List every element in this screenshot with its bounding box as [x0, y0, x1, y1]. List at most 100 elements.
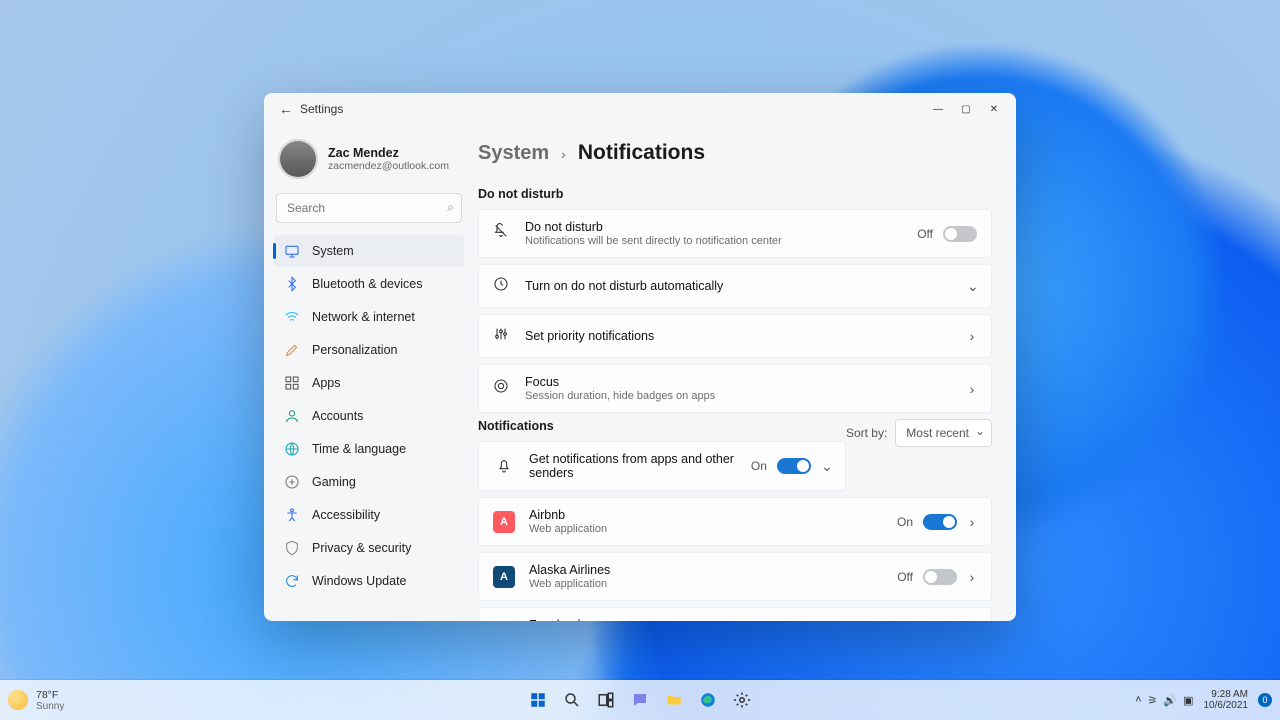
taskbar: 78°F Sunny ˄ ⚞ 🔊 ▣ 9:28 AM 10/6/2021 0	[0, 680, 1280, 720]
sidebar-item-label: Privacy & security	[312, 541, 411, 555]
chat-icon[interactable]	[627, 687, 653, 713]
search-icon: ⌕	[447, 200, 454, 215]
profile[interactable]: Zac Mendez zacmendez@outlook.com	[274, 133, 464, 189]
sliders-icon	[493, 326, 511, 347]
person-icon	[284, 408, 300, 424]
wifi-tray-icon[interactable]: ⚞	[1148, 694, 1158, 707]
system-tray: ˄ ⚞ 🔊 ▣ 9:28 AM 10/6/2021 0	[1135, 689, 1272, 712]
focus-icon	[493, 378, 511, 399]
toggle-app[interactable]	[923, 569, 957, 585]
explorer-icon[interactable]	[661, 687, 687, 713]
taskbar-search[interactable]	[559, 687, 585, 713]
weather-desc: Sunny	[36, 701, 64, 712]
section-dnd: Do not disturb	[478, 187, 992, 201]
sidebar-item-accessibility[interactable]: Accessibility	[274, 499, 464, 531]
profile-name: Zac Mendez	[328, 146, 449, 160]
card-app-2[interactable]: fFacebookMicrosoft Store applicationOff›	[478, 607, 992, 621]
sidebar-item-privacy[interactable]: Privacy & security	[274, 532, 464, 564]
chevron-right-icon: ›	[967, 381, 977, 397]
titlebar: ← Settings — ▢ ✕	[264, 93, 1016, 125]
sidebar: Zac Mendez zacmendez@outlook.com ⌕ Syste…	[264, 125, 474, 621]
weather-temp: 78°F	[36, 689, 64, 701]
sidebar-item-label: Apps	[312, 376, 341, 390]
card-title: Get notifications from apps and other se…	[529, 452, 737, 480]
back-button[interactable]: ←	[272, 101, 300, 117]
sidebar-item-personalization[interactable]: Personalization	[274, 334, 464, 366]
battery-tray-icon[interactable]: ▣	[1183, 694, 1193, 707]
clock-icon	[493, 276, 511, 297]
card-focus[interactable]: Focus Session duration, hide badges on a…	[478, 364, 992, 413]
close-button[interactable]: ✕	[980, 95, 1008, 123]
settings-window: ← Settings — ▢ ✕ Zac Mendez zacmendez@ou…	[264, 93, 1016, 621]
tray-chevron-icon[interactable]: ˄	[1135, 694, 1141, 706]
main-content: System › Notifications Do not disturb Do…	[474, 125, 1016, 621]
accessibility-icon	[284, 507, 300, 523]
breadcrumb: System › Notifications	[478, 133, 992, 181]
chevron-right-icon: ›	[561, 146, 566, 162]
card-priority[interactable]: Set priority notifications ›	[478, 314, 992, 358]
sidebar-item-system[interactable]: System	[274, 235, 464, 267]
sidebar-item-label: Accessibility	[312, 508, 380, 522]
edge-icon[interactable]	[695, 687, 721, 713]
sidebar-item-label: Bluetooth & devices	[312, 277, 423, 291]
toggle-app[interactable]	[923, 514, 957, 530]
card-title: Focus	[525, 375, 953, 389]
start-button[interactable]	[525, 687, 551, 713]
card-dnd[interactable]: Do not disturb Notifications will be sen…	[478, 209, 992, 258]
sidebar-item-accounts[interactable]: Accounts	[274, 400, 464, 432]
clock-date: 10/6/2021	[1204, 700, 1249, 712]
clock-time: 9:28 AM	[1204, 689, 1249, 701]
card-dnd-auto[interactable]: Turn on do not disturb automatically ⌄	[478, 264, 992, 308]
sidebar-item-label: Windows Update	[312, 574, 407, 588]
toggle-state: On	[897, 515, 913, 529]
volume-tray-icon[interactable]: 🔊	[1163, 694, 1177, 707]
card-app-0[interactable]: AAirbnbWeb applicationOn›	[478, 497, 992, 546]
task-view[interactable]	[593, 687, 619, 713]
toggle-dnd[interactable]	[943, 226, 977, 242]
card-apps-master[interactable]: Get notifications from apps and other se…	[478, 441, 846, 491]
toggle-state: On	[751, 459, 767, 473]
toggle-apps[interactable]	[777, 458, 811, 474]
notification-count[interactable]: 0	[1258, 693, 1272, 707]
sidebar-item-gaming[interactable]: Gaming	[274, 466, 464, 498]
sidebar-item-bluetooth[interactable]: Bluetooth & devices	[274, 268, 464, 300]
app-sub: Web application	[529, 523, 883, 535]
card-app-1[interactable]: AAlaska AirlinesWeb applicationOff›	[478, 552, 992, 601]
sidebar-item-time[interactable]: Time & language	[274, 433, 464, 465]
taskbar-center	[525, 687, 755, 713]
profile-email: zacmendez@outlook.com	[328, 160, 449, 172]
clock[interactable]: 9:28 AM 10/6/2021	[1204, 689, 1249, 712]
chevron-down-icon: ⌄	[967, 278, 977, 295]
card-desc: Session duration, hide badges on apps	[525, 390, 953, 402]
sort-select[interactable]: Most recent	[895, 419, 992, 447]
globe-icon	[284, 441, 300, 457]
sidebar-item-update[interactable]: Windows Update	[274, 565, 464, 597]
settings-icon[interactable]	[729, 687, 755, 713]
sidebar-item-label: Time & language	[312, 442, 406, 456]
app-icon: A	[493, 566, 515, 588]
sidebar-item-label: Personalization	[312, 343, 397, 357]
sidebar-item-apps[interactable]: Apps	[274, 367, 464, 399]
card-title: Turn on do not disturb automatically	[525, 279, 953, 293]
sidebar-item-network[interactable]: Network & internet	[274, 301, 464, 333]
breadcrumb-root[interactable]: System	[478, 142, 549, 165]
card-desc: Notifications will be sent directly to n…	[525, 235, 903, 247]
section-notifications: Notifications Sort by: Most recent	[478, 419, 992, 433]
weather-widget[interactable]: 78°F Sunny	[8, 689, 64, 712]
avatar	[278, 139, 318, 179]
shield-icon	[284, 540, 300, 556]
search-input[interactable]	[276, 193, 462, 223]
maximize-button[interactable]: ▢	[952, 95, 980, 123]
bluetooth-icon	[284, 276, 300, 292]
minimize-button[interactable]: —	[924, 95, 952, 123]
card-title: Set priority notifications	[525, 329, 953, 343]
gaming-icon	[284, 474, 300, 490]
sidebar-item-label: System	[312, 244, 354, 258]
bell-off-icon	[493, 223, 511, 244]
page-title: Notifications	[578, 141, 705, 165]
display-icon	[284, 243, 300, 259]
app-icon: A	[493, 511, 515, 533]
app-name: Facebook	[529, 618, 883, 621]
sidebar-nav: System Bluetooth & devices Network & int…	[274, 235, 464, 597]
app-icon: f	[493, 621, 515, 622]
